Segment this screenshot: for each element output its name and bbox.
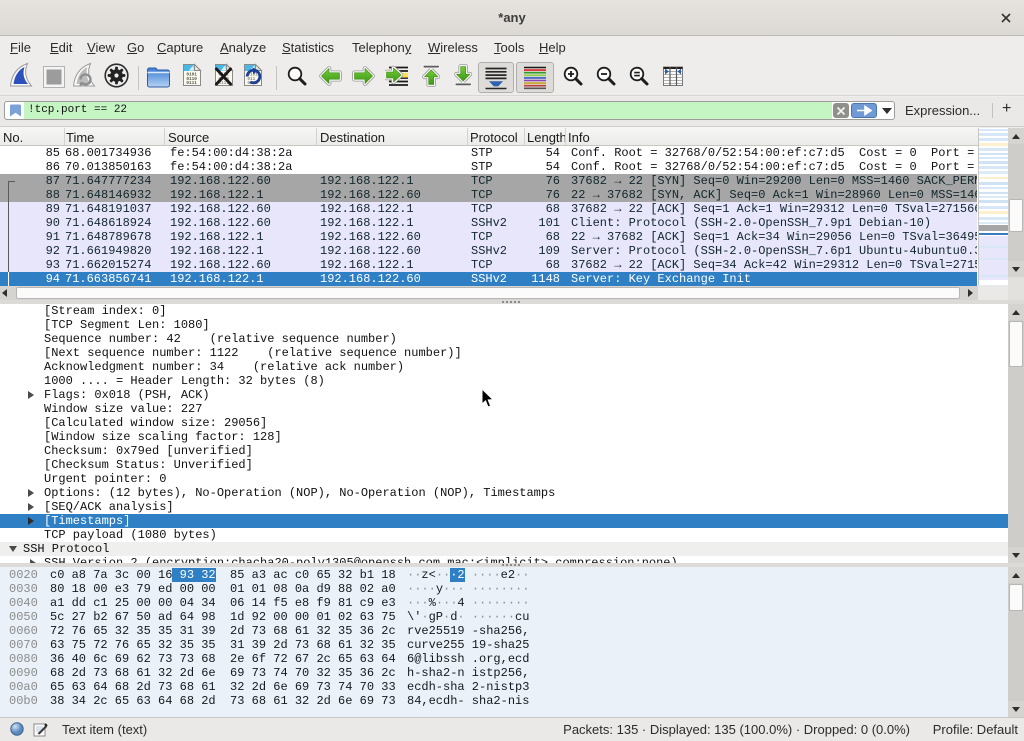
svg-text:0111: 0111: [186, 81, 197, 86]
